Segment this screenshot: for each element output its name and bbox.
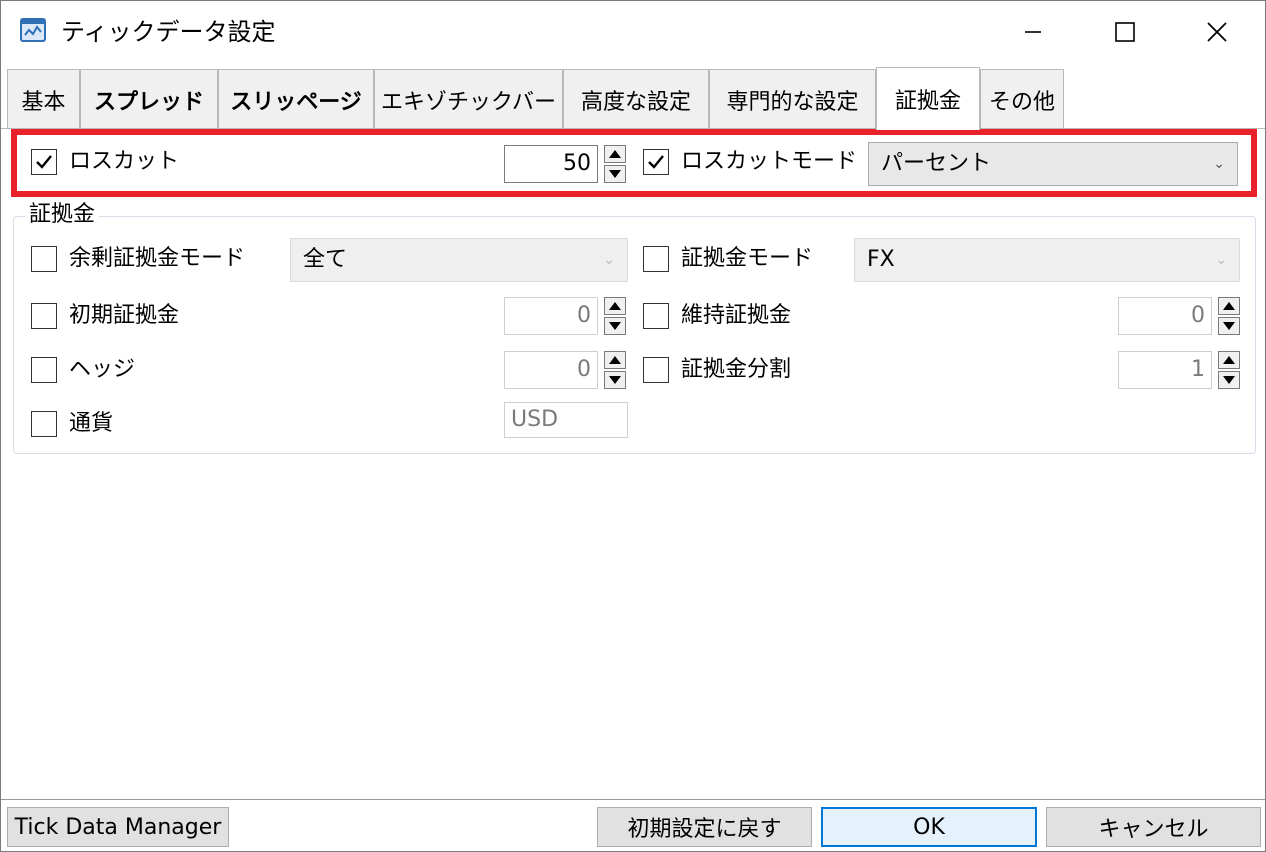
- tab-other[interactable]: その他: [980, 69, 1064, 129]
- initial-margin-checkbox[interactable]: [31, 303, 57, 329]
- hedge-spinner[interactable]: [604, 351, 626, 389]
- close-icon: [1207, 22, 1227, 42]
- free-margin-mode-checkbox[interactable]: [31, 246, 57, 272]
- margin-mode-value: FX: [867, 247, 895, 272]
- currency-checkbox[interactable]: [31, 411, 57, 437]
- tab-advanced[interactable]: 高度な設定: [563, 69, 709, 129]
- spin-down-button[interactable]: [604, 371, 626, 389]
- tab-exotic-bars[interactable]: エキゾチックバー: [374, 69, 563, 129]
- margin-mode-checkbox[interactable]: [643, 246, 669, 272]
- tab-spread[interactable]: スプレッド: [80, 69, 218, 129]
- tick-data-settings-window: ティックデータ設定 基本 スプレッド スリッページ エキゾチックバー 高度な設定…: [0, 0, 1266, 852]
- minimize-icon: [1025, 31, 1041, 33]
- triangle-up-icon: [609, 356, 621, 364]
- reset-defaults-button[interactable]: 初期設定に戻す: [597, 807, 812, 847]
- ok-button[interactable]: OK: [821, 807, 1037, 847]
- triangle-down-icon: [609, 376, 621, 384]
- spin-up-button[interactable]: [1218, 351, 1240, 369]
- triangle-up-icon: [1223, 302, 1235, 310]
- triangle-up-icon: [1223, 356, 1235, 364]
- hedge-label: ヘッジ: [69, 357, 136, 382]
- triangle-down-icon: [1223, 376, 1235, 384]
- cancel-button[interactable]: キャンセル: [1046, 807, 1261, 847]
- triangle-up-icon: [609, 302, 621, 310]
- margin-group-title: 証拠金: [25, 201, 100, 229]
- tab-expert[interactable]: 専門的な設定: [709, 69, 876, 129]
- spin-up-button[interactable]: [604, 351, 626, 369]
- triangle-down-icon: [609, 322, 621, 330]
- minimize-button[interactable]: [987, 1, 1079, 63]
- free-margin-mode-dropdown[interactable]: 全て ⌄: [290, 238, 628, 282]
- title-bar: ティックデータ設定: [1, 1, 1265, 63]
- tab-strip: 基本 スプレッド スリッページ エキゾチックバー 高度な設定 専門的な設定 証拠…: [1, 67, 1265, 130]
- tab-margin[interactable]: 証拠金: [876, 67, 980, 130]
- tick-data-manager-button[interactable]: Tick Data Manager: [7, 807, 229, 847]
- initial-margin-input[interactable]: 0: [504, 297, 598, 335]
- hedge-checkbox[interactable]: [31, 357, 57, 383]
- currency-label: 通貨: [69, 411, 114, 436]
- tab-slippage[interactable]: スリッページ: [218, 69, 374, 129]
- margin-divider-input[interactable]: 1: [1118, 351, 1212, 389]
- spin-down-button[interactable]: [1218, 371, 1240, 389]
- spin-down-button[interactable]: [1218, 317, 1240, 335]
- initial-margin-spinner[interactable]: [604, 297, 626, 335]
- spin-down-button[interactable]: [604, 317, 626, 335]
- maintenance-margin-input[interactable]: 0: [1118, 297, 1212, 335]
- tab-basic[interactable]: 基本: [7, 69, 80, 129]
- chart-window-icon: [19, 15, 49, 45]
- free-margin-mode-value: 全て: [303, 247, 348, 272]
- maintenance-margin-spinner[interactable]: [1218, 297, 1240, 335]
- margin-divider-checkbox[interactable]: [643, 357, 669, 383]
- maintenance-margin-label: 維持証拠金: [681, 303, 792, 328]
- spin-up-button[interactable]: [604, 297, 626, 315]
- free-margin-mode-label: 余剰証拠金モード: [69, 246, 246, 271]
- margin-mode-label: 証拠金モード: [681, 246, 814, 271]
- margin-mode-dropdown[interactable]: FX ⌄: [854, 238, 1240, 282]
- chevron-down-icon: ⌄: [1215, 252, 1227, 268]
- chevron-down-icon: ⌄: [603, 252, 615, 268]
- hedge-input[interactable]: 0: [504, 351, 598, 389]
- maintenance-margin-checkbox[interactable]: [643, 303, 669, 329]
- margin-divider-spinner[interactable]: [1218, 351, 1240, 389]
- triangle-down-icon: [1223, 322, 1235, 330]
- close-button[interactable]: [1171, 1, 1263, 63]
- currency-input[interactable]: USD: [504, 402, 628, 438]
- margin-divider-label: 証拠金分割: [681, 357, 792, 382]
- maximize-icon: [1115, 22, 1135, 42]
- highlight-box: [11, 129, 1257, 197]
- window-title: ティックデータ設定: [61, 18, 276, 46]
- initial-margin-label: 初期証拠金: [69, 303, 180, 328]
- footer-divider: [1, 799, 1265, 800]
- spin-up-button[interactable]: [1218, 297, 1240, 315]
- maximize-button[interactable]: [1079, 1, 1171, 63]
